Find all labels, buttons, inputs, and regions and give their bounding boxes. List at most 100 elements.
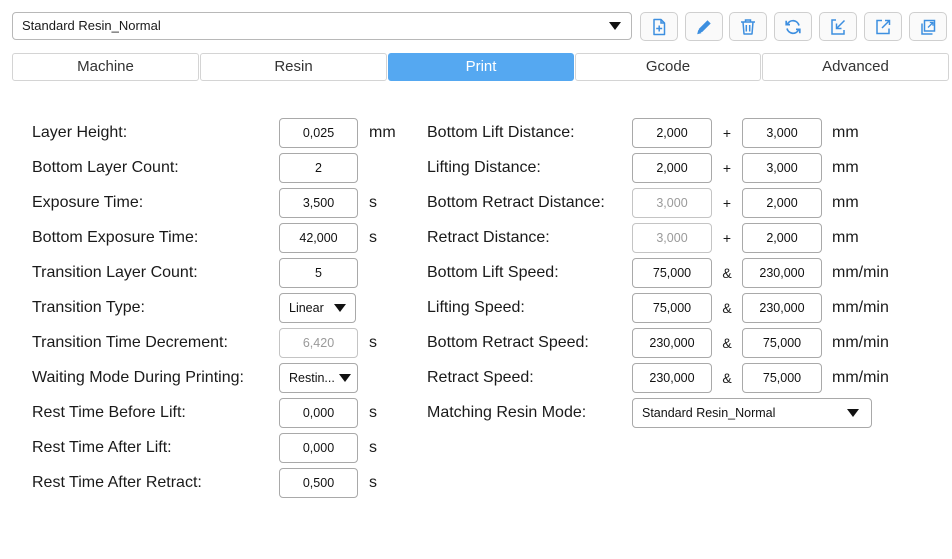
retract-distance-input-1: 3,000: [632, 223, 712, 253]
refresh-icon: [785, 19, 801, 34]
rest-time-after-retract-input[interactable]: 0,500: [279, 468, 358, 498]
import-profile-button[interactable]: [819, 12, 857, 41]
tab-resin[interactable]: Resin: [200, 53, 387, 81]
and-operator: &: [722, 265, 732, 281]
matching-resin-mode-select[interactable]: Standard Resin_Normal: [632, 398, 872, 428]
tab-label: Machine: [77, 58, 134, 75]
lifting-distance-input-1[interactable]: 2,000: [632, 153, 712, 183]
rest-time-after-lift-label: Rest Time After Lift:: [32, 439, 172, 456]
export-profile-button[interactable]: [864, 12, 902, 41]
rest-time-before-lift-label: Rest Time Before Lift:: [32, 404, 186, 421]
trash-icon: [741, 18, 755, 35]
bottom-lift-speed-unit: mm/min: [832, 264, 889, 281]
chevron-down-icon: [339, 374, 351, 382]
layer-height-unit: mm: [369, 124, 396, 141]
and-operator: &: [722, 300, 732, 316]
lifting-distance-input-2[interactable]: 3,000: [742, 153, 822, 183]
exposure-time-input[interactable]: 3,500: [279, 188, 358, 218]
bottom-retract-speed-input-1[interactable]: 230,000: [632, 328, 712, 358]
copy-profile-button[interactable]: [909, 12, 947, 41]
profile-select[interactable]: Standard Resin_Normal: [12, 12, 632, 40]
import-icon: [831, 18, 846, 35]
bottom-lift-distance-label: Bottom Lift Distance:: [427, 124, 575, 141]
bottom-lift-distance-input-2[interactable]: 3,000: [742, 118, 822, 148]
tab-print[interactable]: Print: [388, 53, 574, 81]
exposure-time-unit: s: [369, 194, 377, 211]
waiting-mode-select[interactable]: Restin...: [279, 363, 358, 393]
bottom-exposure-time-unit: s: [369, 229, 377, 246]
bottom-retract-speed-input-2[interactable]: 75,000: [742, 328, 822, 358]
plus-operator: +: [722, 160, 732, 176]
tab-label: Gcode: [645, 58, 691, 75]
bottom-lift-speed-label: Bottom Lift Speed:: [427, 264, 559, 281]
exposure-time-label: Exposure Time:: [32, 194, 144, 211]
edit-profile-button[interactable]: [685, 12, 723, 41]
bottom-retract-speed-unit: mm/min: [832, 334, 889, 351]
lifting-speed-unit: mm/min: [832, 299, 889, 316]
transition-type-label: Transition Type:: [32, 299, 145, 316]
rest-time-before-lift-input[interactable]: 0,000: [279, 398, 358, 428]
lifting-distance-unit: mm: [832, 159, 859, 176]
bottom-retract-distance-label: Bottom Retract Distance:: [427, 194, 605, 211]
tab-label: Resin: [274, 58, 313, 75]
transition-time-decrement-unit: s: [369, 334, 377, 351]
and-operator: &: [722, 335, 732, 351]
retract-distance-unit: mm: [832, 229, 859, 246]
transition-time-decrement-input: 6,420: [279, 328, 358, 358]
tab-bar: Machine Resin Print Gcode Advanced: [12, 53, 949, 82]
matching-resin-mode-label: Matching Resin Mode:: [427, 404, 587, 421]
bottom-layer-count-label: Bottom Layer Count:: [32, 159, 179, 176]
rest-time-after-lift-input[interactable]: 0,000: [279, 433, 358, 463]
tab-machine[interactable]: Machine: [12, 53, 199, 81]
plus-operator: +: [722, 195, 732, 211]
retract-speed-input-2[interactable]: 75,000: [742, 363, 822, 393]
bottom-lift-distance-unit: mm: [832, 124, 859, 141]
transition-time-decrement-label: Transition Time Decrement:: [32, 334, 228, 351]
layer-height-input[interactable]: 0,025: [279, 118, 358, 148]
lifting-distance-label: Lifting Distance:: [427, 159, 541, 176]
tab-gcode[interactable]: Gcode: [575, 53, 761, 81]
export-icon: [876, 19, 891, 34]
reset-profile-button[interactable]: [774, 12, 812, 41]
chevron-down-icon: [847, 409, 859, 417]
rest-time-after-retract-unit: s: [369, 474, 377, 491]
lifting-speed-label: Lifting Speed:: [427, 299, 525, 316]
plus-operator: +: [722, 125, 732, 141]
copy-icon: [921, 19, 936, 35]
bottom-layer-count-input[interactable]: 2: [279, 153, 358, 183]
pencil-icon: [697, 19, 711, 34]
lifting-speed-input-2[interactable]: 230,000: [742, 293, 822, 323]
bottom-retract-speed-label: Bottom Retract Speed:: [427, 334, 589, 351]
bottom-exposure-time-input[interactable]: 42,000: [279, 223, 358, 253]
bottom-lift-speed-input-1[interactable]: 75,000: [632, 258, 712, 288]
transition-type-value: Linear: [289, 301, 324, 315]
tab-advanced[interactable]: Advanced: [762, 53, 949, 81]
and-operator: &: [722, 370, 732, 386]
retract-speed-unit: mm/min: [832, 369, 889, 386]
transition-layer-count-input[interactable]: 5: [279, 258, 358, 288]
bottom-exposure-time-label: Bottom Exposure Time:: [32, 229, 199, 246]
new-profile-button[interactable]: [640, 12, 678, 41]
matching-resin-mode-value: Standard Resin_Normal: [642, 406, 776, 420]
layer-height-label: Layer Height:: [32, 124, 128, 141]
plus-operator: +: [722, 230, 732, 246]
rest-time-after-retract-label: Rest Time After Retract:: [32, 474, 202, 491]
delete-profile-button[interactable]: [729, 12, 767, 41]
bottom-lift-distance-input-1[interactable]: 2,000: [632, 118, 712, 148]
retract-distance-input-2[interactable]: 2,000: [742, 223, 822, 253]
lifting-speed-input-1[interactable]: 75,000: [632, 293, 712, 323]
bottom-retract-distance-input-2[interactable]: 2,000: [742, 188, 822, 218]
transition-type-select[interactable]: Linear: [279, 293, 356, 323]
retract-speed-label: Retract Speed:: [427, 369, 534, 386]
chevron-down-icon: [609, 22, 621, 30]
retract-distance-label: Retract Distance:: [427, 229, 550, 246]
tab-label: Advanced: [822, 58, 889, 75]
bottom-retract-distance-unit: mm: [832, 194, 859, 211]
bottom-lift-speed-input-2[interactable]: 230,000: [742, 258, 822, 288]
add-file-icon: [653, 18, 666, 35]
chevron-down-icon: [334, 304, 346, 312]
rest-time-before-lift-unit: s: [369, 404, 377, 421]
waiting-mode-value: Restin...: [289, 371, 335, 385]
rest-time-after-lift-unit: s: [369, 439, 377, 456]
retract-speed-input-1[interactable]: 230,000: [632, 363, 712, 393]
